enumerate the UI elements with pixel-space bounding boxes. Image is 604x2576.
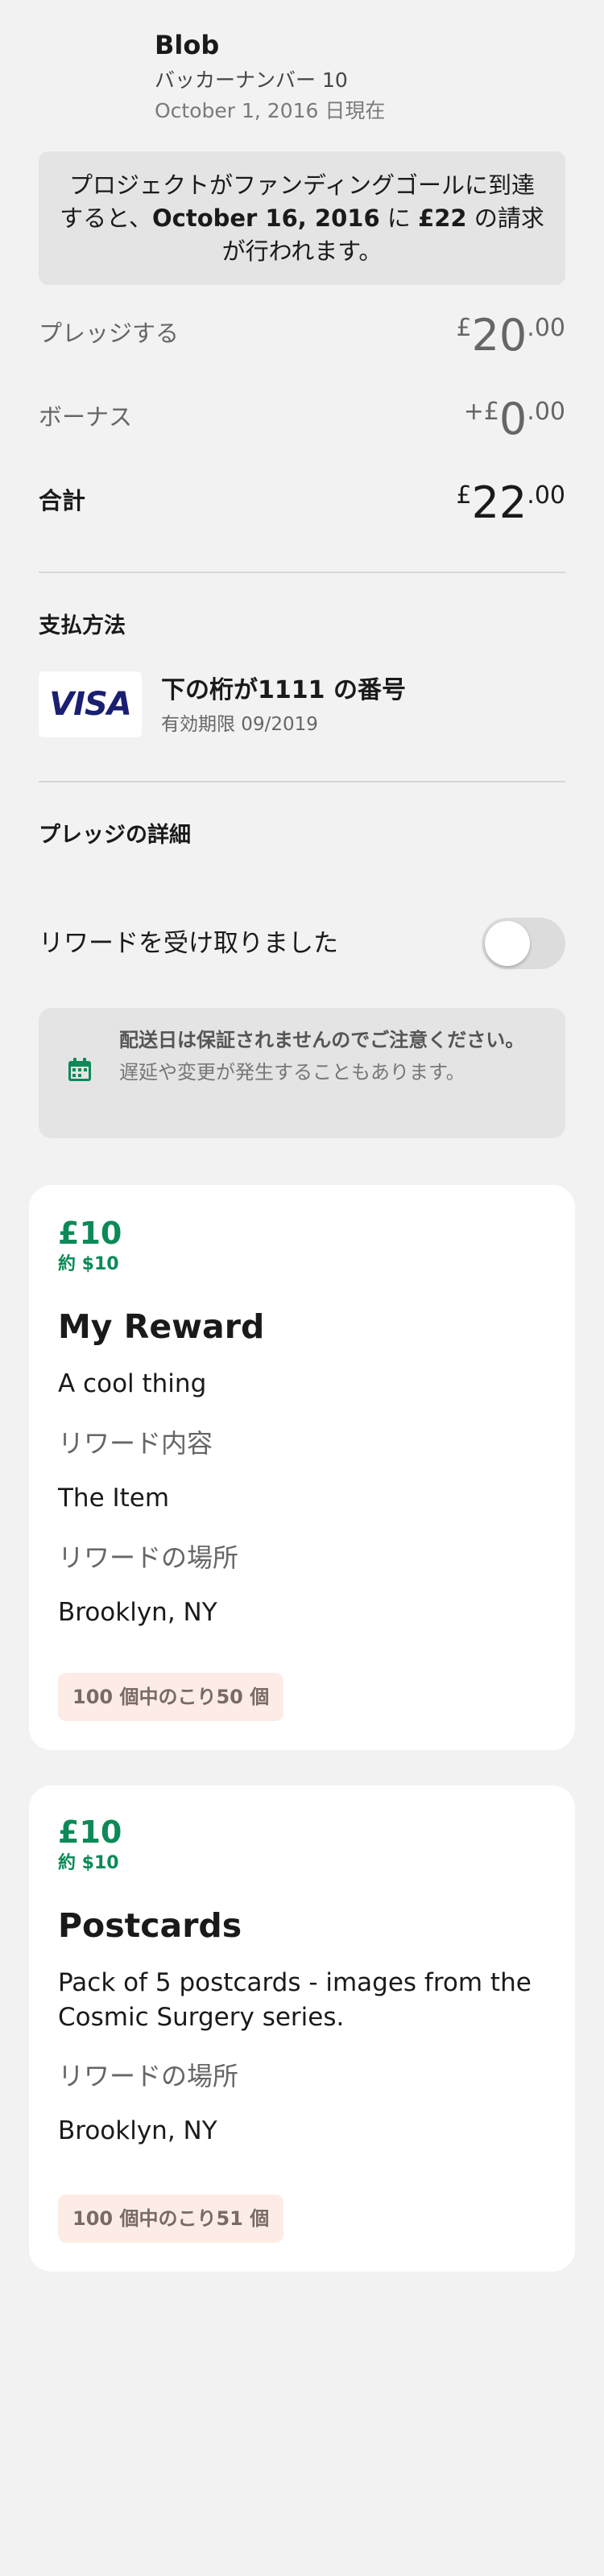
card-expiry: 有効期限 09/2019 <box>161 714 318 735</box>
delivery-notice: 配送日は保証されませんのでご注意ください。 遅延や変更が発生することもあります。 <box>39 1008 565 1138</box>
remaining-badge: 100 個中のこり51 個 <box>58 2194 284 2243</box>
reward-card: £10 約 $10 Postcards Pack of 5 postcards … <box>29 1785 575 2272</box>
total-row: 合計 £22.00 <box>39 480 565 526</box>
reward-title: Postcards <box>58 1906 242 1945</box>
reward-description: Pack of 5 postcards - images from the Co… <box>58 1968 532 2032</box>
charge-amount: £22 <box>418 204 467 232</box>
visa-card-logo: VISA <box>39 671 142 737</box>
backer-number: バッカーナンバー 10 <box>155 68 348 92</box>
pledge-details-title: プレッジの詳細 <box>39 823 191 848</box>
reward-location: Brooklyn, NY <box>58 1598 217 1627</box>
reward-card: £10 約 $10 My Reward A cool thing リワード内容 … <box>29 1185 575 1750</box>
charge-date: October 16, 2016 <box>152 204 380 232</box>
total-integer: 22 <box>471 477 527 528</box>
charge-notice: プロジェクトがファンディングゴールに到達すると、October 16, 2016… <box>39 151 565 285</box>
pledge-amount: £20.00 <box>456 312 565 359</box>
calendar-icon <box>68 1058 91 1081</box>
toggle-knob <box>485 921 530 966</box>
reward-location-label: リワードの場所 <box>58 2061 239 2091</box>
bonus-amount: +£ 0.00 <box>464 396 565 443</box>
divider <box>39 572 565 573</box>
bonus-decimal: .00 <box>527 398 565 426</box>
pledge-decimal: .00 <box>527 314 565 342</box>
divider <box>39 781 565 782</box>
bonus-integer: 0 <box>499 394 527 444</box>
card-number: 下の桁が1111 の番号 <box>161 676 406 704</box>
total-decimal: .00 <box>527 481 565 510</box>
remaining-badge: 100 個中のこり50 個 <box>58 1673 284 1721</box>
payment-method-title: 支払方法 <box>39 613 126 638</box>
delivery-notice-text: 配送日は保証されませんのでご注意ください。 遅延や変更が発生することもあります。 <box>119 1024 546 1088</box>
reward-price: £10 <box>58 1216 122 1251</box>
charge-notice-mid: に <box>379 204 419 232</box>
reward-items: The Item <box>58 1484 170 1513</box>
total-label: 合計 <box>39 487 86 514</box>
backer-header: Blob バッカーナンバー 10 October 1, 2016 日現在 <box>155 26 385 126</box>
reward-approx-price: 約 $10 <box>58 1853 119 1873</box>
delivery-notice-detail: 遅延や変更が発生することもあります。 <box>119 1061 465 1084</box>
reward-approx-price: 約 $10 <box>58 1254 119 1274</box>
bonus-label: ボーナス <box>39 403 133 431</box>
card-brand: VISA <box>49 686 132 723</box>
total-currency: £ <box>456 481 472 510</box>
total-amount: £22.00 <box>456 480 565 526</box>
reward-description: A cool thing <box>58 1369 207 1398</box>
reward-received-toggle[interactable] <box>482 918 565 969</box>
as-of-date: October 1, 2016 日現在 <box>155 99 386 122</box>
reward-received-label: リワードを受け取りました <box>39 929 338 958</box>
reward-title: My Reward <box>58 1307 265 1346</box>
reward-location-label: リワードの場所 <box>58 1542 239 1573</box>
bonus-currency: +£ <box>463 398 499 426</box>
reward-location: Brooklyn, NY <box>58 2116 217 2145</box>
reward-items-label: リワード内容 <box>58 1428 213 1459</box>
charge-notice-text: プロジェクトがファンディングゴールに到達すると、October 16, 2016… <box>58 169 546 268</box>
pledge-label: プレッジする <box>39 320 180 347</box>
reward-price: £10 <box>58 1814 122 1850</box>
pledge-row: プレッジする £20.00 <box>39 312 565 359</box>
bonus-row: ボーナス +£ 0.00 <box>39 396 565 443</box>
pledge-currency: £ <box>456 314 472 342</box>
backer-name: Blob <box>155 30 220 60</box>
delivery-notice-bold: 配送日は保証されませんのでご注意ください。 <box>119 1029 525 1051</box>
pledge-integer: 20 <box>471 310 527 361</box>
